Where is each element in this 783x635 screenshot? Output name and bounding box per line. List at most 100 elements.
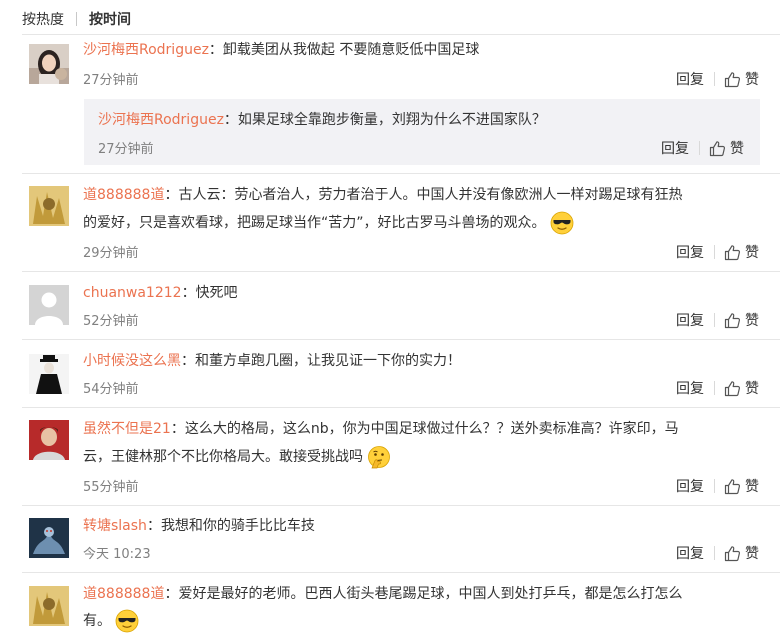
like-button[interactable]: 赞 — [724, 242, 759, 262]
avatar[interactable] — [29, 186, 69, 226]
avatar[interactable] — [29, 586, 69, 626]
reply-button[interactable]: 回复 — [661, 138, 689, 158]
sort-divider — [76, 12, 77, 26]
avatar[interactable] — [29, 44, 69, 84]
comment-text: 转塘slash：我想和你的骑手比比车技 — [83, 518, 315, 534]
comment-text-line2: 有。 — [83, 609, 139, 634]
avatar[interactable] — [29, 420, 69, 460]
reply-time: 27分钟前 — [98, 142, 154, 157]
comment-text: 道888888道：爱好是最好的老师。巴西人街头巷尾踢足球，中国人到处打乒乓，都是… — [83, 586, 683, 602]
comment-actions: 回复 赞 — [676, 310, 759, 330]
thumbs-up-icon — [724, 545, 741, 561]
like-button[interactable]: 赞 — [724, 310, 759, 330]
comment-actions: 回复 赞 — [676, 242, 759, 262]
thumbs-up-icon — [724, 244, 741, 260]
divider — [22, 407, 780, 408]
username-link[interactable]: 虽然不但是21 — [83, 421, 171, 437]
like-button[interactable]: 赞 — [724, 476, 759, 496]
divider — [22, 572, 780, 573]
thumbs-up-icon — [724, 380, 741, 396]
action-divider — [714, 381, 715, 395]
reply-button[interactable]: 回复 — [676, 242, 704, 262]
comment-text-line2: 云，王健林那个不比你格局大。敢接受挑战吗 — [83, 445, 391, 470]
like-label: 赞 — [730, 141, 744, 157]
thumbs-up-icon — [724, 312, 741, 328]
username-link[interactable]: 沙河梅西Rodriguez — [83, 42, 209, 58]
comment-text: 小时候没这么黑：和董方卓跑几圈，让我见证一下你的实力！ — [83, 353, 461, 369]
comment-body: 云，王健林那个不比你格局大。敢接受挑战吗 — [83, 449, 363, 465]
reply-button[interactable]: 回复 — [676, 543, 704, 563]
divider — [22, 173, 780, 174]
comment-body: 和董方卓跑几圈，让我见证一下你的实力！ — [195, 353, 461, 369]
divider — [22, 339, 780, 340]
username-link[interactable]: chuanwa1212 — [83, 285, 182, 301]
cool-emoji-icon — [116, 609, 139, 633]
comment-actions: 回复 赞 — [676, 69, 759, 89]
thinking-emoji-icon — [368, 446, 391, 469]
reply-actions: 回复 赞 — [661, 138, 744, 158]
avatar[interactable] — [29, 285, 69, 325]
username-link[interactable]: 转塘slash — [83, 518, 147, 534]
username-link[interactable]: 道888888道 — [83, 187, 164, 203]
reply-button[interactable]: 回复 — [676, 378, 704, 398]
username-link[interactable]: 小时候没这么黑 — [83, 353, 181, 369]
comment-text: 虽然不但是21：这么大的格局，这么nb，你为中国足球做过什么？？送外卖标准高？许… — [83, 421, 679, 437]
thumbs-up-icon — [724, 478, 741, 494]
comment-body: 快死吧 — [195, 285, 238, 301]
reply-text: 沙河梅西Rodriguez：如果足球全靠跑步衡量，刘翔为什么不进国家队？ — [98, 112, 546, 128]
divider — [22, 34, 780, 35]
avatar[interactable] — [29, 518, 69, 558]
sort-by-time-tab[interactable]: 按时间 — [89, 9, 131, 29]
reply-body: 如果足球全靠跑步衡量，刘翔为什么不进国家队？ — [237, 112, 546, 128]
comment-text: 沙河梅西Rodriguez：卸载美团从我做起 不要随意贬低中国足球 — [83, 42, 480, 58]
divider — [22, 271, 780, 272]
comment-text: 道888888道：古人云：劳心者治人，劳力者治于人。中国人并没有像欧洲人一样对踢… — [83, 187, 683, 203]
like-label: 赞 — [745, 546, 759, 562]
comment-body: 卸载美团从我做起 不要随意贬低中国足球 — [222, 42, 480, 58]
username-link[interactable]: 沙河梅西Rodriguez — [98, 112, 224, 128]
like-button[interactable]: 赞 — [724, 378, 759, 398]
action-divider — [714, 313, 715, 327]
like-label: 赞 — [745, 245, 759, 261]
comment-time: 55分钟前 — [83, 480, 139, 495]
like-button[interactable]: 赞 — [709, 138, 744, 158]
comment-actions: 回复 赞 — [676, 378, 759, 398]
username-link[interactable]: 道888888道 — [83, 586, 164, 602]
action-divider — [699, 141, 700, 155]
like-button[interactable]: 赞 — [724, 543, 759, 563]
comment-body: 爱好是最好的老师。巴西人街头巷尾踢足球，中国人到处打乒乓，都是怎么打怎么 — [178, 586, 683, 602]
action-divider — [714, 72, 715, 86]
sort-bar: 按热度 按时间 — [22, 6, 131, 32]
divider — [22, 505, 780, 506]
comment-body: 古人云：劳心者治人，劳力者治于人。中国人并没有像欧洲人一样对踢足球有狂热 — [178, 187, 683, 203]
comment-body: 的爱好，只是喜欢看球，把踢足球当作“苦力”，好比古罗马斗兽场的观众。 — [83, 215, 546, 231]
cool-emoji-icon — [550, 211, 574, 235]
like-label: 赞 — [745, 381, 759, 397]
thumbs-up-icon — [709, 140, 726, 156]
comment-text-line2: 的爱好，只是喜欢看球，把踢足球当作“苦力”，好比古罗马斗兽场的观众。 — [83, 211, 574, 236]
action-divider — [714, 245, 715, 259]
reply-button[interactable]: 回复 — [676, 69, 704, 89]
like-button[interactable]: 赞 — [724, 69, 759, 89]
reply-button[interactable]: 回复 — [676, 310, 704, 330]
like-label: 赞 — [745, 313, 759, 329]
comment-time: 29分钟前 — [83, 246, 139, 261]
comment-time: 52分钟前 — [83, 314, 139, 329]
like-label: 赞 — [745, 72, 759, 88]
comment-time: 54分钟前 — [83, 382, 139, 397]
comment-body: 有。 — [83, 613, 111, 629]
comment-actions: 回复 赞 — [676, 476, 759, 496]
reply-button[interactable]: 回复 — [676, 476, 704, 496]
thumbs-up-icon — [724, 71, 741, 87]
avatar[interactable] — [29, 354, 69, 394]
like-label: 赞 — [745, 479, 759, 495]
comment-time: 27分钟前 — [83, 73, 139, 88]
comment-body: 我想和你的骑手比比车技 — [160, 518, 315, 534]
comment-actions: 回复 赞 — [676, 543, 759, 563]
comment-time: 今天 10:23 — [83, 547, 151, 562]
action-divider — [714, 546, 715, 560]
comment-text: chuanwa1212：快死吧 — [83, 285, 238, 301]
action-divider — [714, 479, 715, 493]
sort-by-hot-tab[interactable]: 按热度 — [22, 9, 64, 29]
comment-body: 这么大的格局，这么nb，你为中国足球做过什么？？送外卖标准高？许家印，马 — [184, 421, 679, 437]
